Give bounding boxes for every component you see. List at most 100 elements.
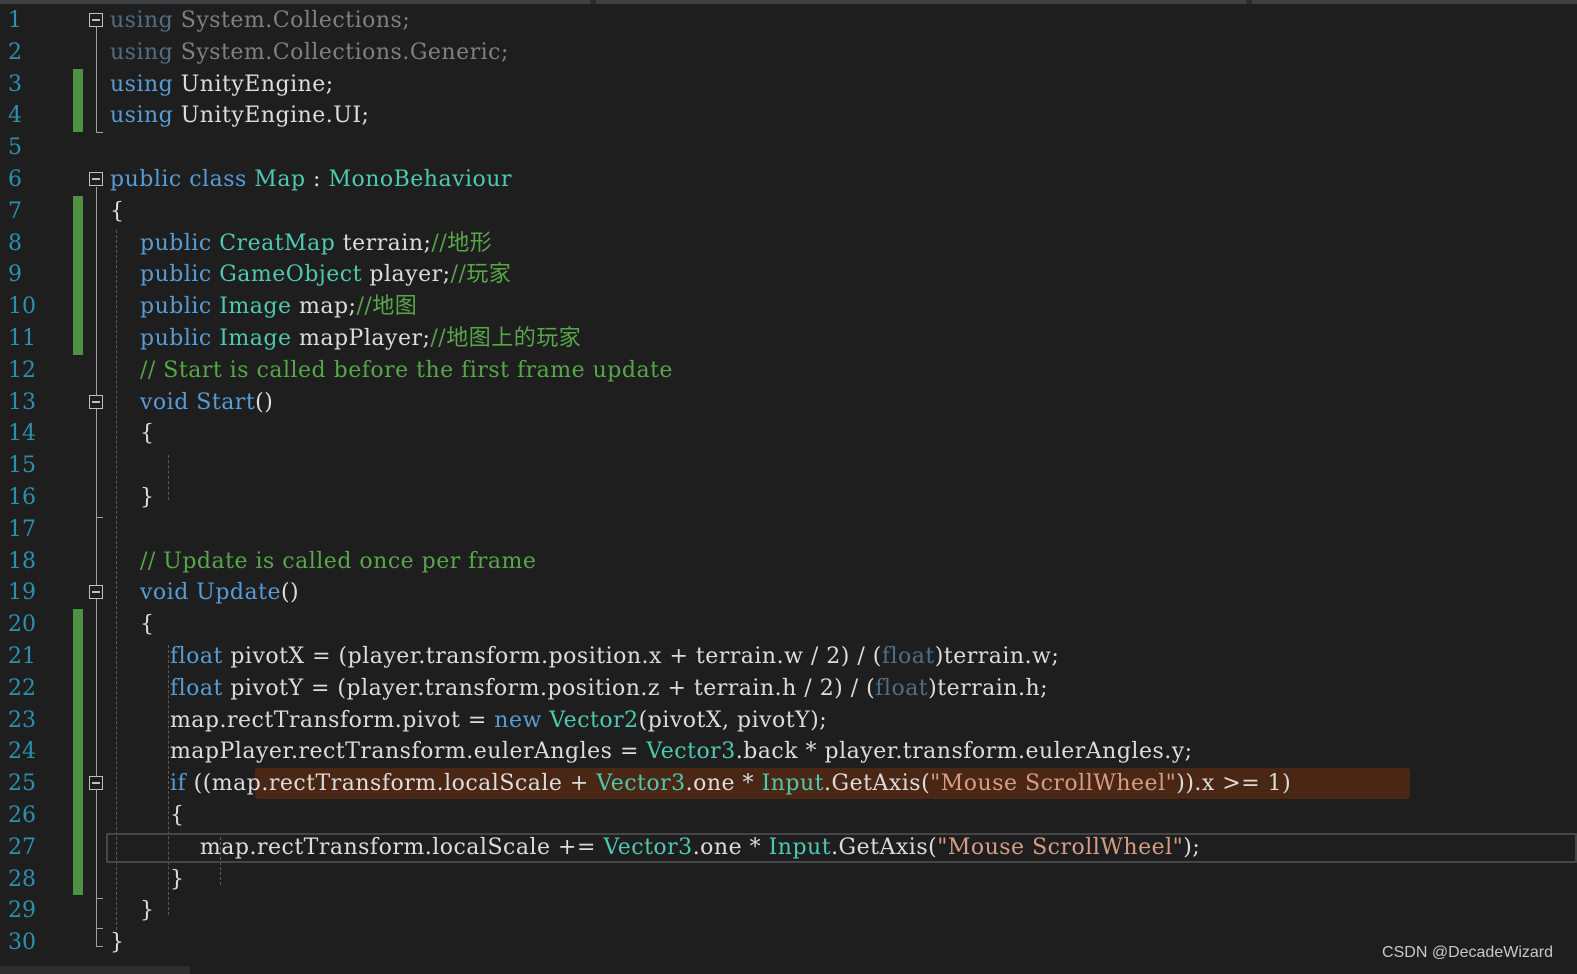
code-line[interactable]: 9 public GameObject player;//玩家 bbox=[0, 259, 1577, 292]
change-marker bbox=[73, 704, 83, 737]
code-line[interactable]: 15 bbox=[0, 450, 1577, 482]
collapse-icon[interactable] bbox=[89, 394, 103, 409]
code-text[interactable]: using System.Collections.Generic; bbox=[110, 37, 509, 69]
code-text[interactable]: // Start is called before the first fram… bbox=[110, 355, 673, 387]
code-line[interactable]: 27 map.rectTransform.localScale += Vecto… bbox=[0, 831, 1577, 864]
code-text[interactable]: public CreatMap terrain;//地形 bbox=[110, 228, 492, 260]
line-number: 13 bbox=[8, 389, 36, 415]
code-line[interactable]: 17 bbox=[0, 514, 1577, 546]
line-number: 9 bbox=[8, 262, 22, 288]
line-number: 21 bbox=[8, 644, 36, 669]
line-number: 24 bbox=[8, 739, 36, 765]
code-text[interactable]: void Update() bbox=[110, 577, 299, 609]
collapse-icon[interactable] bbox=[89, 172, 103, 186]
code-line[interactable]: 23 map.rectTransform.pivot = new Vector2… bbox=[0, 704, 1577, 737]
code-text[interactable]: { bbox=[110, 196, 125, 228]
code-line[interactable]: 5 bbox=[0, 132, 1577, 164]
change-marker bbox=[73, 195, 83, 228]
line-number: 27 bbox=[8, 834, 36, 860]
line-number: 26 bbox=[8, 803, 36, 828]
code-text[interactable]: { bbox=[110, 800, 184, 832]
code-line[interactable]: 30} bbox=[0, 927, 1577, 959]
tab-strip bbox=[0, 0, 1577, 4]
code-line[interactable]: 19 void Update() bbox=[0, 577, 1577, 609]
code-text[interactable]: float pivotY = (player.transform.positio… bbox=[110, 673, 1048, 705]
collapse-icon[interactable] bbox=[89, 776, 103, 791]
tab-strip-segment bbox=[0, 0, 590, 4]
code-text[interactable]: public GameObject player;//玩家 bbox=[110, 259, 511, 291]
code-line[interactable]: 4 using UnityEngine.UI; bbox=[0, 100, 1577, 133]
code-line[interactable]: 7{ bbox=[0, 195, 1577, 228]
code-line[interactable]: 20 { bbox=[0, 609, 1577, 641]
change-marker bbox=[73, 259, 83, 292]
code-text[interactable]: { bbox=[110, 418, 154, 450]
code-text[interactable]: } bbox=[110, 927, 125, 959]
code-line[interactable]: 25 if ((map.rectTransform.localScale + V… bbox=[0, 768, 1577, 800]
line-number: 25 bbox=[8, 771, 36, 797]
code-text[interactable]: public Image mapPlayer;//地图上的玩家 bbox=[110, 323, 581, 355]
code-text[interactable]: public class Map : MonoBehaviour bbox=[110, 164, 512, 196]
code-line[interactable]: 29 } bbox=[0, 895, 1577, 927]
change-marker bbox=[73, 672, 83, 705]
horizontal-scrollbar[interactable] bbox=[0, 966, 190, 974]
code-line[interactable]: 16 } bbox=[0, 482, 1577, 514]
line-number: 29 bbox=[8, 898, 36, 924]
code-line[interactable]: 13 void Start() bbox=[0, 387, 1577, 419]
line-number: 17 bbox=[8, 516, 36, 542]
code-line[interactable]: 10 public Image map;//地图 bbox=[0, 291, 1577, 323]
code-line[interactable]: 2 using System.Collections.Generic; bbox=[0, 37, 1577, 69]
code-text[interactable]: // Update is called once per frame bbox=[110, 546, 536, 578]
line-number: 8 bbox=[8, 230, 22, 256]
line-number: 15 bbox=[8, 453, 36, 479]
code-editor[interactable]: 1 using System.Collections; 2 using System.… bbox=[0, 5, 1577, 965]
line-number: 30 bbox=[8, 930, 36, 956]
code-line[interactable]: 1 using System.Collections; bbox=[0, 5, 1577, 37]
code-line[interactable]: 8 public CreatMap terrain;//地形 bbox=[0, 227, 1577, 260]
code-line[interactable]: 26 { bbox=[0, 800, 1577, 832]
collapse-icon[interactable] bbox=[89, 585, 103, 600]
tab-strip-segment bbox=[1252, 0, 1577, 4]
code-text[interactable]: { bbox=[110, 609, 154, 641]
code-line[interactable]: 22 float pivotY = (player.transform.posi… bbox=[0, 672, 1577, 705]
change-marker bbox=[73, 641, 83, 673]
code-text[interactable]: if ((map.rectTransform.localScale + Vect… bbox=[110, 768, 1291, 800]
code-line[interactable]: 24 mapPlayer.rectTransform.eulerAngles =… bbox=[0, 736, 1577, 769]
line-number: 5 bbox=[8, 135, 22, 161]
code-text[interactable]: } bbox=[110, 482, 154, 514]
code-text[interactable]: } bbox=[110, 895, 154, 927]
change-marker bbox=[73, 736, 83, 769]
line-number: 12 bbox=[8, 357, 36, 383]
code-line[interactable]: 14 { bbox=[0, 418, 1577, 450]
code-line[interactable]: 12 // Start is called before the first f… bbox=[0, 355, 1577, 387]
code-line[interactable]: 11 public Image mapPlayer;//地图上的玩家 bbox=[0, 323, 1577, 355]
line-number: 7 bbox=[8, 198, 22, 224]
code-text[interactable]: void Start() bbox=[110, 387, 273, 419]
code-line[interactable]: 6 public class Map : MonoBehaviour bbox=[0, 164, 1577, 196]
code-line[interactable]: 28 } bbox=[0, 863, 1577, 896]
code-text[interactable]: mapPlayer.rectTransform.eulerAngles = Ve… bbox=[110, 736, 1193, 768]
line-number: 18 bbox=[8, 548, 36, 574]
code-text[interactable]: using UnityEngine; bbox=[110, 69, 334, 101]
change-marker bbox=[73, 227, 83, 260]
line-number: 19 bbox=[8, 580, 36, 606]
watermark: CSDN @DecadeWizard bbox=[1382, 944, 1553, 961]
line-number: 1 bbox=[8, 8, 22, 33]
change-marker bbox=[73, 609, 83, 641]
code-text[interactable]: using System.Collections; bbox=[110, 5, 410, 37]
change-marker bbox=[73, 863, 83, 896]
code-text[interactable]: public Image map;//地图 bbox=[110, 291, 417, 323]
code-text[interactable]: map.rectTransform.pivot = new Vector2(pi… bbox=[110, 705, 827, 737]
code-line[interactable]: 3 using UnityEngine; bbox=[0, 68, 1577, 101]
change-marker bbox=[73, 768, 83, 800]
line-number: 4 bbox=[8, 103, 22, 129]
code-text[interactable]: map.rectTransform.localScale += Vector3.… bbox=[110, 832, 1200, 864]
line-number: 22 bbox=[8, 675, 36, 701]
code-line[interactable]: 21 float pivotX = (player.transform.posi… bbox=[0, 641, 1577, 673]
code-text[interactable]: float pivotX = (player.transform.positio… bbox=[110, 641, 1059, 673]
collapse-icon[interactable] bbox=[89, 13, 103, 27]
change-marker bbox=[73, 68, 83, 101]
code-text[interactable]: using UnityEngine.UI; bbox=[110, 100, 369, 132]
code-line[interactable]: 18 // Update is called once per frame bbox=[0, 546, 1577, 578]
code-text[interactable]: } bbox=[110, 864, 184, 896]
line-number: 28 bbox=[8, 866, 36, 892]
